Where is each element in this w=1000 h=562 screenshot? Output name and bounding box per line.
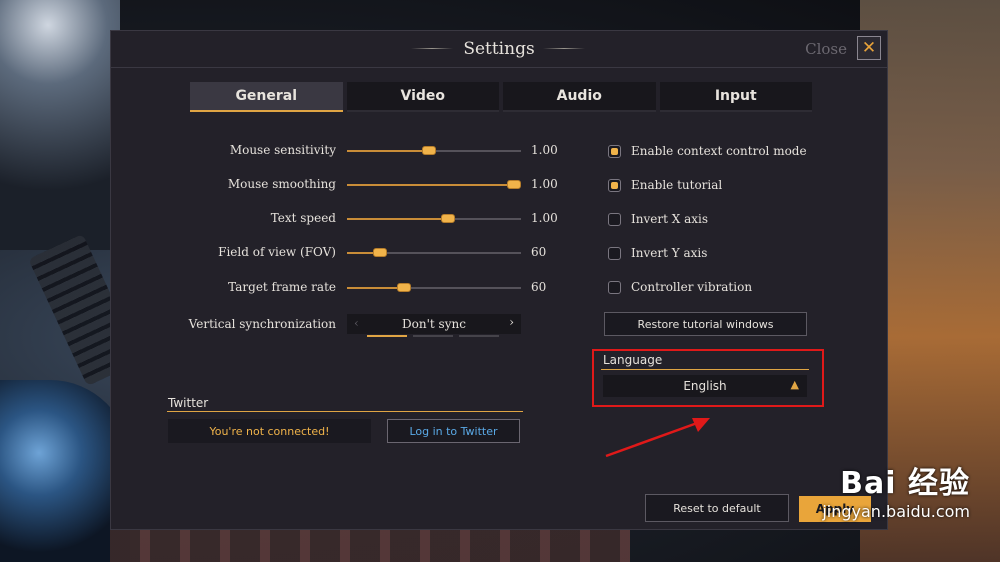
checkbox-row[interactable]: Enable tutorial	[608, 177, 722, 193]
slider-label: Field of view (FOV)	[218, 245, 336, 259]
background-light	[0, 0, 120, 250]
baidu-watermark: Bai 经验 jingyan.baidu.com	[822, 458, 970, 521]
chevron-left-icon[interactable]: ‹	[354, 316, 359, 330]
vsync-label: Vertical synchronization	[188, 317, 336, 331]
slider-fill	[347, 287, 405, 289]
slider-fill	[347, 218, 448, 220]
slider-fill	[347, 150, 429, 152]
slider-track[interactable]	[347, 283, 521, 292]
slider-handle[interactable]	[421, 146, 436, 155]
title-ornament-right	[543, 48, 585, 49]
checkbox-label: Invert X axis	[631, 212, 708, 226]
slider-label: Target frame rate	[228, 280, 336, 294]
slider-value: 60	[531, 280, 547, 294]
vsync-value: Don't sync	[402, 317, 466, 331]
checkbox[interactable]	[608, 178, 621, 192]
checkbox[interactable]	[608, 144, 621, 158]
slider-handle[interactable]	[397, 283, 412, 292]
checkbox-row[interactable]: Controller vibration	[608, 279, 752, 295]
slider-row: Mouse smoothing	[111, 175, 336, 195]
vsync-page-indicator-1	[367, 335, 407, 337]
slider-value: 60	[531, 245, 547, 259]
slider-track[interactable]	[347, 248, 521, 257]
slider-row: Target frame rate	[111, 278, 336, 298]
slider-label: Text speed	[270, 211, 336, 225]
slider-row: Field of view (FOV)	[111, 243, 336, 263]
tab-bar: General Video Audio Input	[190, 82, 812, 112]
tab-general[interactable]: General	[190, 82, 343, 112]
checkbox-label: Enable context control mode	[631, 144, 807, 158]
slider-handle[interactable]	[440, 214, 455, 223]
checkbox-label: Controller vibration	[631, 280, 753, 294]
slider-value: 1.00	[531, 143, 558, 157]
twitter-status: You're not connected!	[168, 419, 371, 443]
title-bar: Settings Close ✕	[111, 31, 887, 68]
restore-tutorial-button[interactable]: Restore tutorial windows	[604, 312, 807, 336]
tab-input[interactable]: Input	[659, 82, 812, 112]
vsync-page-indicator-2	[413, 335, 453, 337]
watermark-logo: Bai 经验	[840, 466, 970, 501]
slider-label: Mouse sensitivity	[229, 143, 336, 157]
checkbox[interactable]	[608, 212, 621, 226]
checkbox[interactable]	[608, 246, 621, 260]
watermark-url: jingyan.baidu.com	[822, 502, 970, 521]
checkbox-row[interactable]: Enable context control mode	[608, 143, 807, 159]
dialog-title: Settings	[463, 39, 535, 59]
slider-track[interactable]	[347, 180, 522, 189]
slider-label: Mouse smoothing	[227, 177, 336, 191]
vsync-selector[interactable]: ‹ Don't sync ›	[347, 314, 521, 334]
slider-row: Mouse sensitivity	[111, 141, 336, 161]
twitter-login-button[interactable]: Log in to Twitter	[387, 419, 520, 443]
checkbox-label: Invert Y axis	[631, 246, 708, 260]
slider-value: 1.00	[531, 211, 558, 225]
reset-to-default-button[interactable]: Reset to default	[645, 494, 789, 522]
vsync-row: Vertical synchronization	[111, 315, 336, 335]
twitter-header: Twitter	[168, 396, 209, 410]
annotation-highlight-box	[592, 349, 824, 407]
slider-fill	[347, 184, 515, 186]
checkbox[interactable]	[608, 280, 621, 294]
slider-track[interactable]	[347, 214, 521, 223]
slider-row: Text speed	[111, 209, 336, 229]
tab-video[interactable]: Video	[346, 82, 499, 112]
tab-audio[interactable]: Audio	[503, 82, 656, 112]
close-label[interactable]: Close	[805, 40, 847, 58]
settings-dialog: Settings Close ✕ General Video Audio Inp…	[110, 30, 888, 530]
checkbox-row[interactable]: Invert X axis	[608, 211, 708, 227]
background-film-bottom	[110, 530, 630, 562]
checkbox-row[interactable]: Invert Y axis	[608, 245, 707, 261]
slider-handle[interactable]	[507, 180, 522, 189]
chevron-right-icon[interactable]: ›	[509, 315, 514, 329]
close-icon[interactable]: ✕	[857, 36, 881, 60]
slider-handle[interactable]	[373, 248, 388, 257]
annotation-arrow-icon	[605, 418, 710, 458]
checkbox-label: Enable tutorial	[631, 178, 723, 192]
slider-value: 1.00	[531, 177, 558, 191]
vsync-page-indicator-3	[459, 335, 499, 337]
slider-track[interactable]	[347, 146, 521, 155]
twitter-divider	[167, 411, 523, 412]
